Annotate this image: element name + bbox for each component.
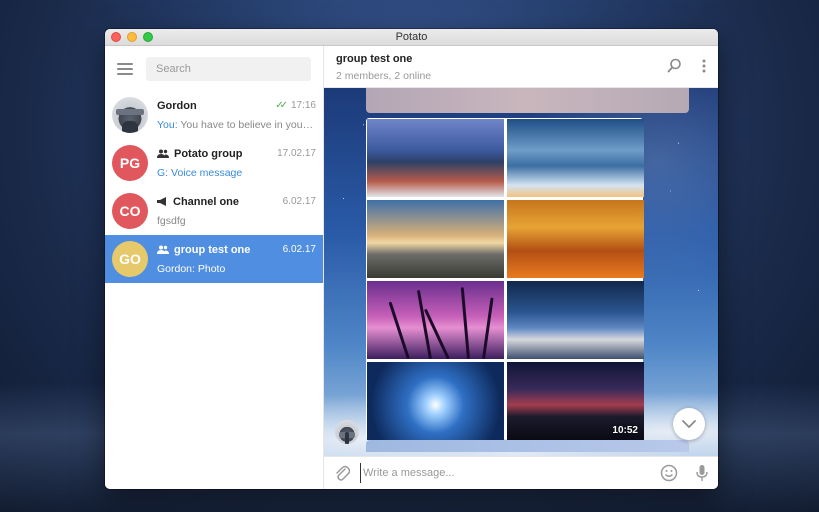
header-actions <box>667 58 706 73</box>
chat-body: Potato group 17.02.17 G: Voice message <box>157 148 316 179</box>
photo-thumbnail[interactable] <box>507 281 644 359</box>
chat-item-potato-group[interactable]: PG Potato group 17.02.17 G: Voice messag… <box>105 139 323 187</box>
minimize-window-button[interactable] <box>127 32 137 42</box>
chat-item-gordon[interactable]: Gordon ✓✓ 17:16 You: You have to believe… <box>105 91 323 139</box>
message-composer: Write a message... <box>324 456 718 489</box>
chat-name-wrap: Channel one <box>157 196 239 208</box>
window-title: Potato <box>395 31 428 43</box>
group-icon <box>157 245 169 254</box>
attach-icon[interactable] <box>334 464 350 482</box>
microphone-icon[interactable] <box>696 464 708 482</box>
conversation-subtitle: 2 members, 2 online <box>336 70 432 82</box>
title-bar: Potato <box>105 29 718 46</box>
chat-preview-sender: G: <box>157 166 169 179</box>
close-window-button[interactable] <box>111 32 121 42</box>
conversation-header: group test one 2 members, 2 online <box>324 46 718 88</box>
message-list[interactable]: 10:52 <box>324 88 718 456</box>
chat-name: Channel one <box>173 195 240 208</box>
chat-time: 6.02.17 <box>282 196 316 207</box>
chat-body: group test one 6.02.17 Gordon: Photo <box>157 244 316 275</box>
menu-icon[interactable] <box>117 62 133 75</box>
sidebar-header: Search <box>105 46 323 91</box>
chat-time: 6.02.17 <box>282 244 316 255</box>
video-thumbnail[interactable]: 10:52 <box>507 362 644 440</box>
video-duration: 10:52 <box>612 425 638 436</box>
chat-preview: fgsdfg <box>157 214 186 227</box>
message-input[interactable]: Write a message... <box>360 463 660 483</box>
chat-body: Channel one 6.02.17 fgsdfg <box>157 196 316 227</box>
photo-thumbnail[interactable] <box>507 119 644 197</box>
next-message[interactable] <box>366 440 689 452</box>
more-vertical-icon[interactable] <box>702 59 706 73</box>
chat-item-channel-one[interactable]: CO Channel one 6.02.17 fgsdfg <box>105 187 323 235</box>
sidebar: Search Gordon ✓✓ 17:16 You: You have to … <box>105 46 324 489</box>
chat-preview: Gordon: Photo <box>157 262 226 275</box>
scroll-to-bottom-button[interactable] <box>673 408 705 440</box>
zoom-window-button[interactable] <box>143 32 153 42</box>
chat-preview-text: Voice message <box>171 166 243 179</box>
photo-thumbnail[interactable] <box>367 200 504 278</box>
emoji-icon[interactable] <box>660 464 678 482</box>
photo-thumbnail[interactable] <box>507 200 644 278</box>
double-check-icon: ✓✓ <box>275 100 288 111</box>
conversation-panel: group test one 2 members, 2 online 10:52… <box>324 46 718 489</box>
chat-preview: You: You have to believe in yourself <box>157 119 316 131</box>
chat-name-wrap: Potato group <box>157 148 242 160</box>
app-window: Potato Search Gordon ✓✓ 17:16 You: You h… <box>105 29 718 489</box>
media-album: 10:52 <box>366 118 644 440</box>
chat-name: Potato group <box>174 147 243 160</box>
group-icon <box>157 149 169 158</box>
chat-name: Gordon <box>157 99 197 112</box>
chat-time: 17.02.17 <box>277 148 316 159</box>
search-placeholder: Search <box>156 62 191 75</box>
chat-item-group-test-one[interactable]: GO group test one 6.02.17 Gordon: Photo <box>105 235 323 283</box>
chat-name: group test one <box>174 243 251 256</box>
photo-thumbnail[interactable] <box>367 281 504 359</box>
megaphone-icon <box>157 197 166 206</box>
avatar: CO <box>112 193 148 229</box>
chat-preview-text: You have to believe in yourself <box>180 118 316 131</box>
chat-time: ✓✓ 17:16 <box>275 100 316 111</box>
chat-body: Gordon ✓✓ 17:16 You: You have to believe… <box>157 100 316 131</box>
photo-thumbnail[interactable] <box>367 362 504 440</box>
message-input-placeholder: Write a message... <box>363 467 455 479</box>
chat-name-wrap: group test one <box>157 244 250 256</box>
chat-preview-sender: You: <box>157 118 178 131</box>
chat-time-text: 17:16 <box>290 100 316 111</box>
conversation-title[interactable]: group test one <box>336 53 706 65</box>
window-controls <box>111 32 153 42</box>
search-input[interactable]: Search <box>146 56 311 81</box>
avatar: PG <box>112 145 148 181</box>
chevron-down-icon <box>682 420 696 428</box>
search-icon[interactable] <box>667 58 682 73</box>
sender-avatar[interactable] <box>335 420 359 444</box>
photo-thumbnail[interactable] <box>367 119 504 197</box>
previous-message[interactable] <box>366 88 689 113</box>
chat-preview: G: Voice message <box>157 167 316 179</box>
avatar <box>112 97 148 133</box>
avatar: GO <box>112 241 148 277</box>
